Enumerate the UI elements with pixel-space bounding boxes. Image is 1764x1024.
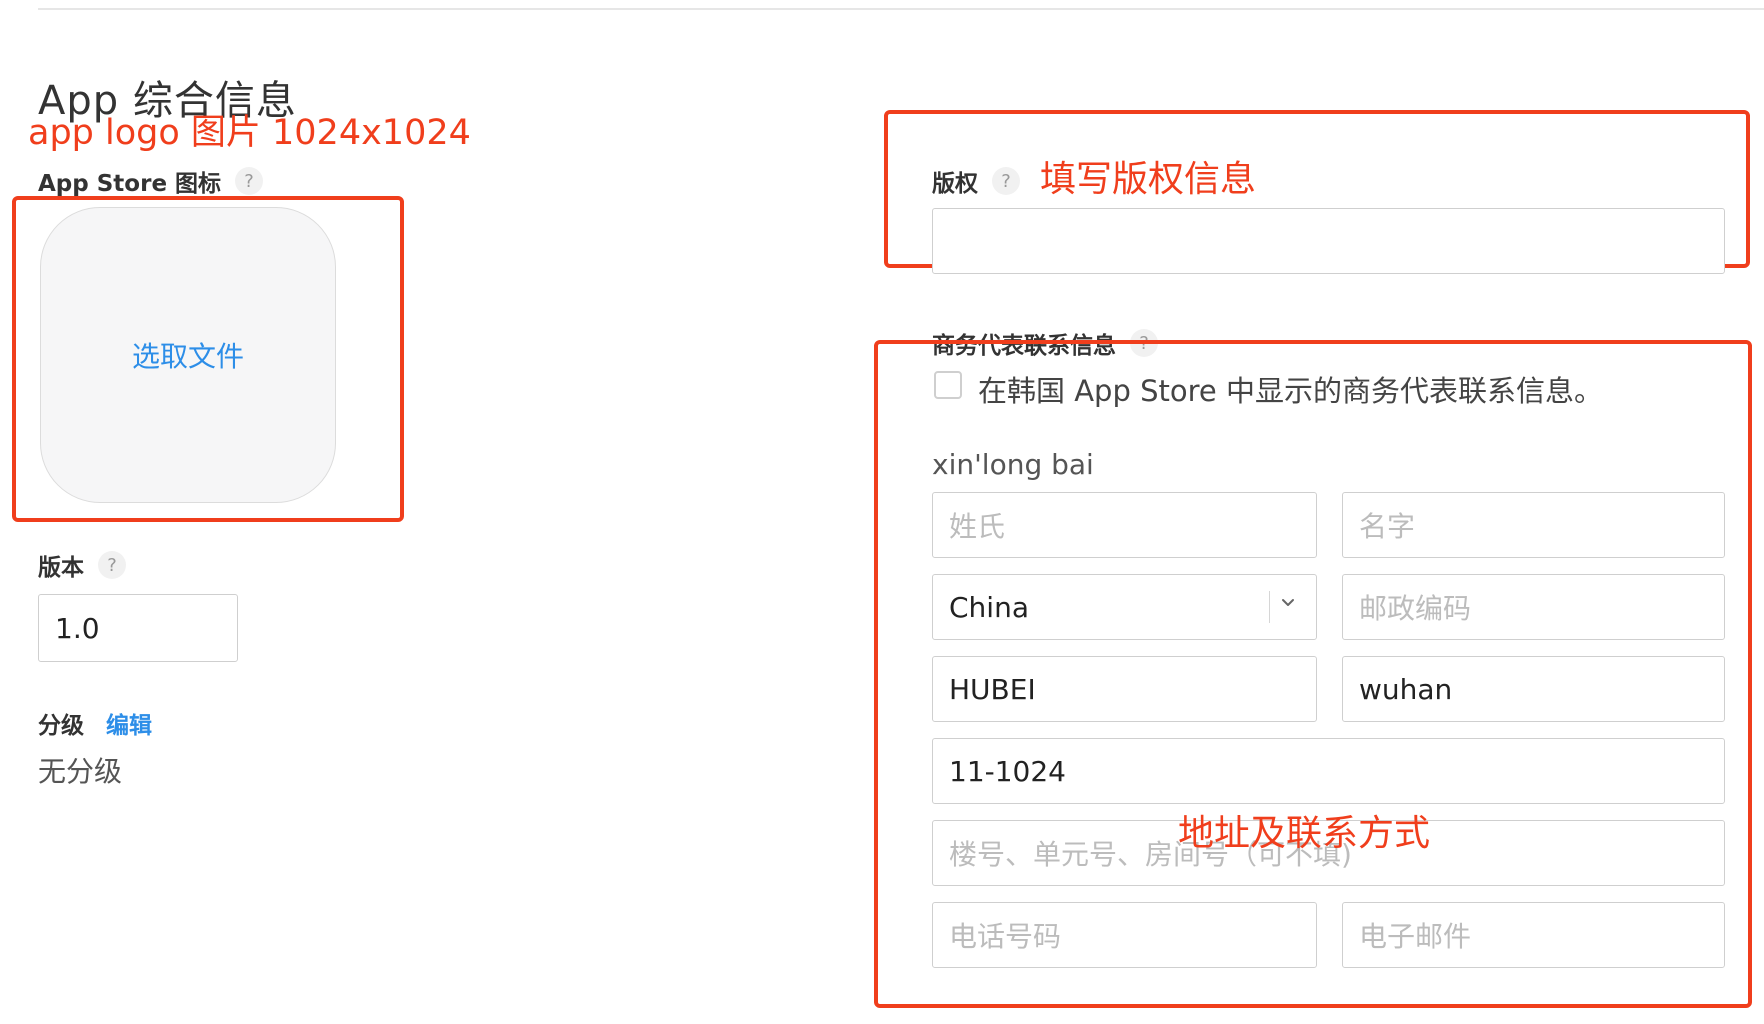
rating-value: 无分级 xyxy=(38,755,123,788)
annotation-address: 地址及联系方式 xyxy=(1178,813,1431,854)
app-store-icon-label-text: App Store 图标 xyxy=(38,171,222,197)
app-icon-dropzone[interactable]: 选取文件 xyxy=(40,207,336,503)
copyright-label-text: 版权 xyxy=(932,171,978,197)
country-select-value: China xyxy=(949,590,1029,624)
version-label-text: 版本 xyxy=(38,555,84,581)
rating-label-text: 分级 xyxy=(38,713,84,739)
postal-code-field[interactable]: 邮政编码 xyxy=(1342,574,1725,640)
phone-field[interactable]: 电话号码 xyxy=(932,902,1317,968)
help-icon[interactable]: ? xyxy=(98,551,126,579)
contact-name-display: xin'long bai xyxy=(932,448,1094,481)
state-field[interactable]: HUBEI xyxy=(932,656,1317,722)
country-select[interactable]: China xyxy=(932,574,1317,640)
chevron-down-icon xyxy=(1282,599,1294,606)
first-name-field[interactable]: 名字 xyxy=(1342,492,1725,558)
help-icon[interactable]: ? xyxy=(992,167,1020,195)
annotation-logo: app logo 图片 1024x1024 xyxy=(28,113,471,153)
select-divider xyxy=(1269,591,1270,623)
email-field[interactable]: 电子邮件 xyxy=(1342,902,1725,968)
version-label: 版本 ? xyxy=(38,548,126,582)
top-divider xyxy=(38,8,1764,10)
rating-label: 分级 编辑 xyxy=(38,706,152,740)
choose-file-link[interactable]: 选取文件 xyxy=(132,335,244,375)
app-store-icon-label: App Store 图标 ? xyxy=(38,164,264,198)
address-line1-field[interactable]: 11-1024 xyxy=(932,738,1725,804)
copyright-input[interactable] xyxy=(932,208,1725,274)
annotation-copyright: 填写版权信息 xyxy=(1040,159,1257,200)
help-icon[interactable]: ? xyxy=(235,167,264,195)
version-input[interactable]: 1.0 xyxy=(38,594,238,662)
last-name-field[interactable]: 姓氏 xyxy=(932,492,1317,558)
korea-checkbox[interactable] xyxy=(934,371,962,399)
city-field[interactable]: wuhan xyxy=(1342,656,1725,722)
copyright-label: 版权 ? xyxy=(932,164,1020,198)
rating-edit-link[interactable]: 编辑 xyxy=(106,706,152,740)
checkbox-box[interactable] xyxy=(934,371,962,399)
korea-checkbox-label[interactable]: 在韩国 App Store 中显示的商务代表联系信息。 xyxy=(978,368,1603,410)
